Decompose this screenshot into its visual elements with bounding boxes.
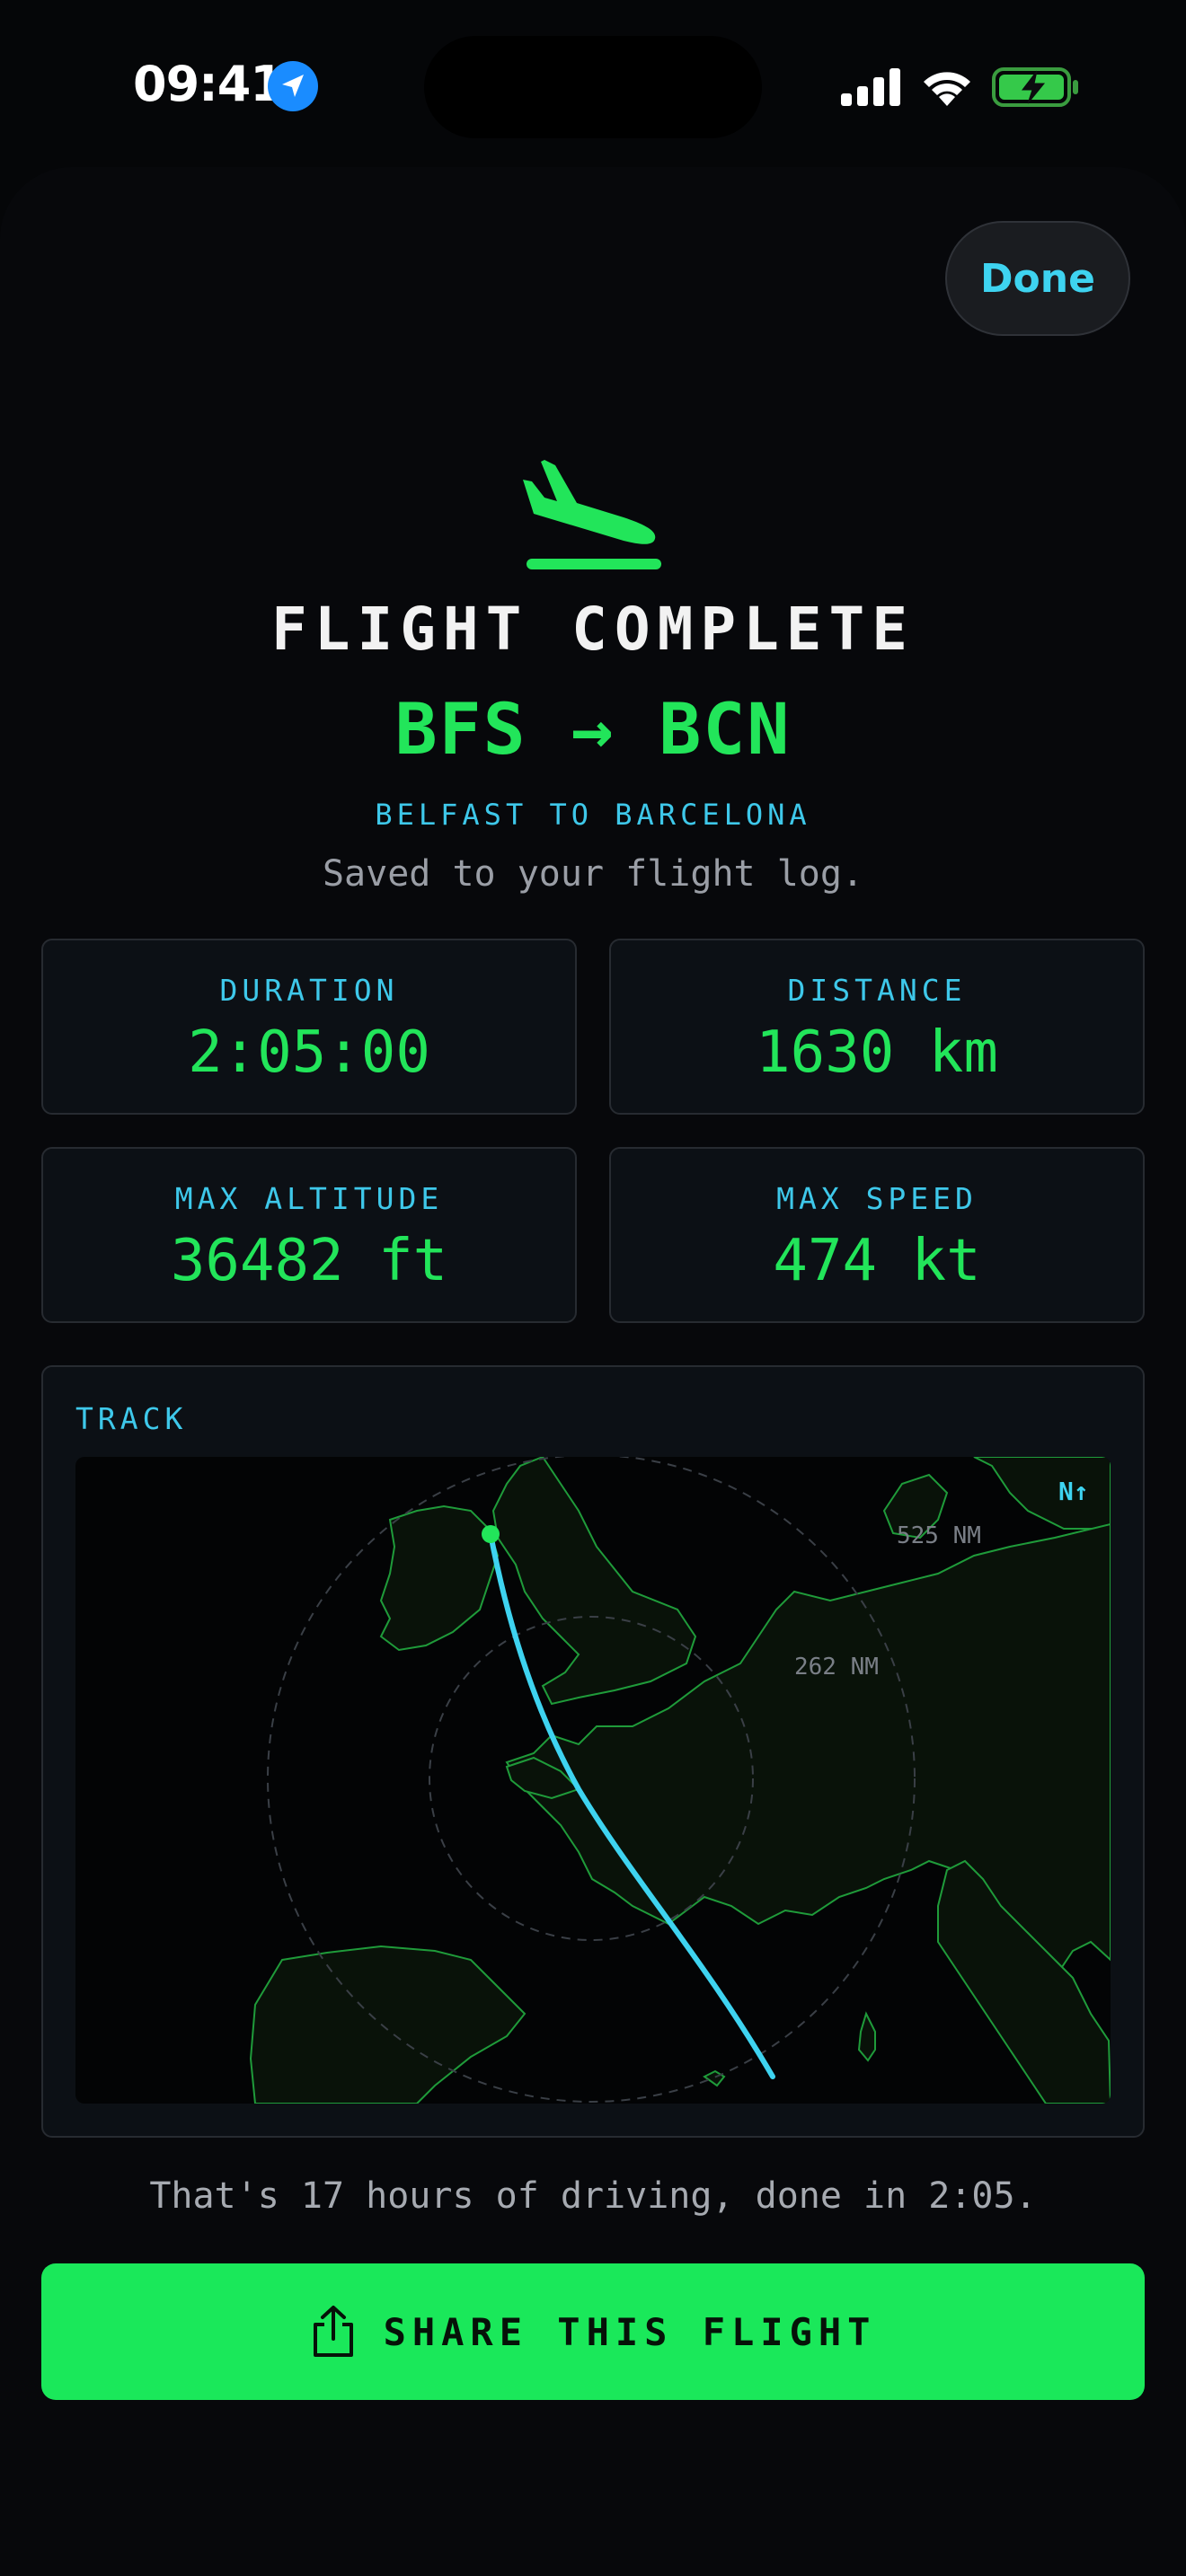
stat-card-distance: DISTANCE 1630 km [609,939,1145,1115]
stat-label: DISTANCE [787,973,967,1008]
range-ring-inner-label: 262 NM [794,1654,879,1681]
saved-message: Saved to your flight log. [322,853,864,895]
departure-point [482,1525,500,1543]
stat-label: MAX SPEED [776,1181,978,1216]
stat-value: 2:05:00 [188,1019,430,1086]
track-map[interactable]: 262 NM 525 NM N↑ [75,1457,1111,2104]
page-title: FLIGHT COMPLETE [270,595,916,664]
share-label: SHARE THIS FLIGHT [383,2309,877,2354]
stat-value: 36482 ft [170,1228,448,1294]
route-subtitle: BELFAST TO BARCELONA [375,798,811,832]
stat-label: DURATION [219,973,399,1008]
route-codes: BFS → BCN [394,690,792,771]
done-button[interactable]: Done [945,221,1130,336]
stat-value: 474 kt [773,1228,981,1294]
range-ring-outer-label: 525 NM [897,1522,981,1549]
wifi-icon [924,72,970,106]
airplane-landing-icon [523,460,661,569]
stat-card-max-altitude: MAX ALTITUDE 36482 ft [41,1147,577,1323]
track-card: TRACK 262 NM 525 NM N↑ [41,1365,1145,2138]
dynamic-island [424,36,762,138]
balearic-islands [703,2069,726,2087]
stat-value: 1630 km [756,1019,998,1086]
stat-card-max-speed: MAX SPEED 474 kt [609,1147,1145,1323]
share-flight-button[interactable]: SHARE THIS FLIGHT [41,2263,1145,2400]
battery-charging-icon [992,67,1078,107]
share-icon [313,2306,353,2357]
status-bar: 09:41 [0,0,1186,171]
location-arrow-icon [268,61,318,111]
track-label: TRACK [75,1401,188,1436]
status-time: 09:41 [133,56,284,112]
north-indicator: N↑ [1058,1477,1089,1506]
driving-comparison: That's 17 hours of driving, done in 2:05… [149,2175,1037,2217]
cellular-signal-icon [841,68,900,106]
stat-card-duration: DURATION 2:05:00 [41,939,577,1115]
stat-label: MAX ALTITUDE [174,1181,444,1216]
track-map-canvas: 262 NM 525 NM N↑ [249,1457,1111,2104]
